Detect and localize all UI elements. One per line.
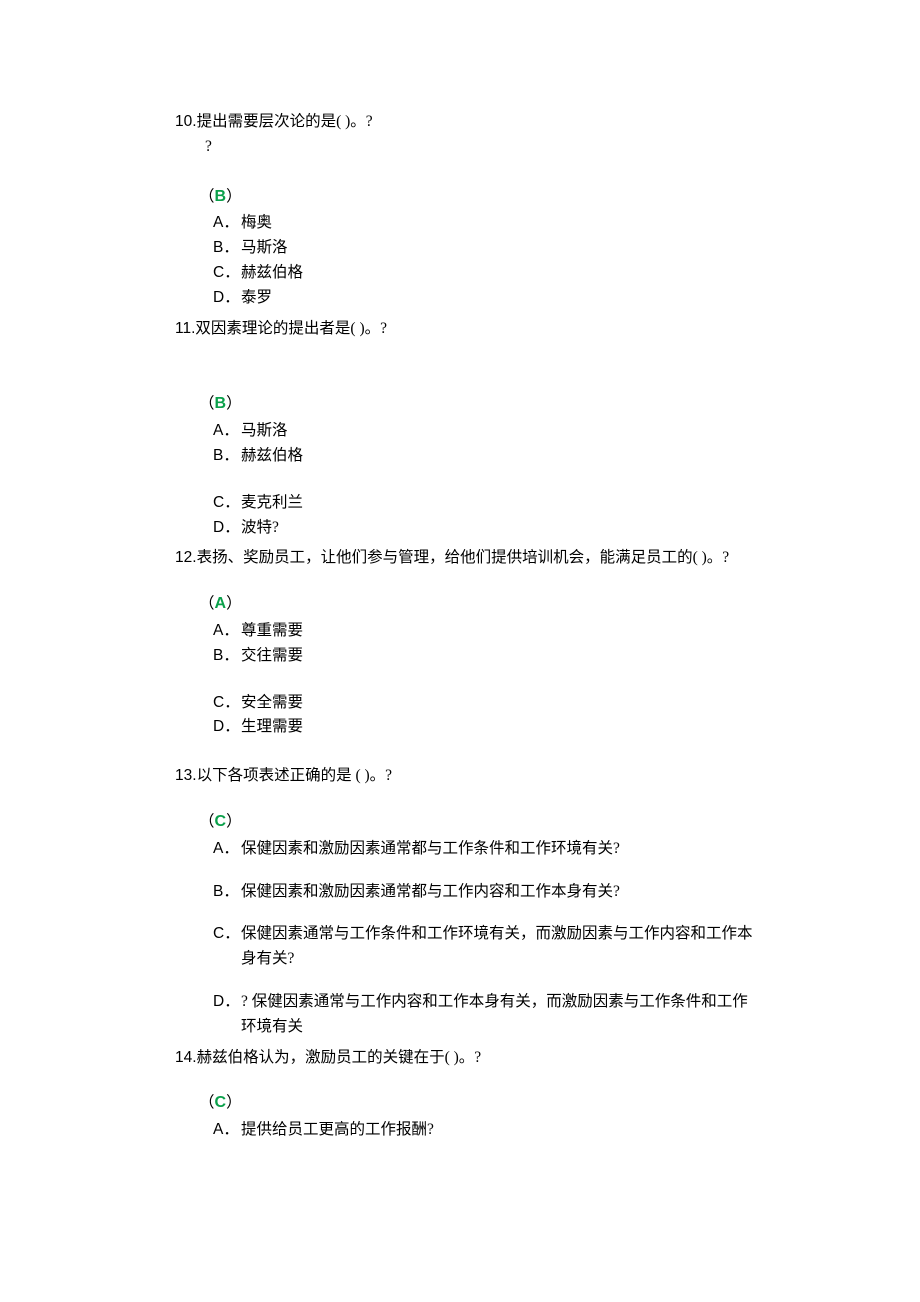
option-b: B． 保健因素和激励因素通常都与工作内容和工作本身有关? <box>213 880 755 905</box>
option-letter: D． <box>213 990 241 1015</box>
option-text: 保健因素通常与工作条件和工作环境有关，而激励因素与工作内容和工作本身有关? <box>241 922 755 972</box>
option-letter: D． <box>213 286 241 311</box>
question-text: 表扬、奖励员工，让他们参与管理，给他们提供培训机会，能满足员工的( )。? <box>197 546 755 571</box>
option-letter: C． <box>213 491 241 516</box>
option-text: 赫兹伯格 <box>241 444 755 469</box>
option-text: 生理需要 <box>241 715 755 740</box>
question-header: 14. 赫兹伯格认为，激励员工的关键在于( )。? <box>175 1046 755 1071</box>
question-header: 13. 以下各项表述正确的是 ( )。? <box>175 764 755 789</box>
question-text: 提出需要层次论的是( )。? <box>197 110 755 135</box>
option-letter: A． <box>213 419 241 444</box>
answer-marker: （B） <box>199 391 755 417</box>
option-b: B． 交往需要 <box>213 644 755 669</box>
question-number: 12. <box>175 546 197 571</box>
option-text: 泰罗 <box>241 286 755 311</box>
answer-marker: （A） <box>199 591 755 617</box>
question-13: 13. 以下各项表述正确的是 ( )。? （C） A． 保健因素和激励因素通常都… <box>175 764 755 1039</box>
spacer <box>175 746 755 764</box>
document-page: 10. 提出需要层次论的是( )。? ? （B） A． 梅奥 B． 马斯洛 C．… <box>0 0 920 1249</box>
spacer <box>175 862 755 880</box>
question-subtext: ? <box>205 135 755 160</box>
option-c: C． 麦克利兰 <box>213 491 755 516</box>
answer-marker: （C） <box>199 809 755 835</box>
question-text: 赫兹伯格认为，激励员工的关键在于( )。? <box>197 1046 755 1071</box>
question-header: 10. 提出需要层次论的是( )。? <box>175 110 755 135</box>
option-d: D． ? 保健因素通常与工作内容和工作本身有关，而激励因素与工作条件和工作环境有… <box>213 990 755 1040</box>
question-text: 双因素理论的提出者是( )。? <box>195 317 755 342</box>
option-letter: B． <box>213 644 241 669</box>
option-b: B． 马斯洛 <box>213 236 755 261</box>
option-text: 马斯洛 <box>241 236 755 261</box>
option-letter: D． <box>213 715 241 740</box>
question-header: 11. 双因素理论的提出者是( )。? <box>175 317 755 342</box>
question-number: 11. <box>175 317 195 342</box>
option-text: 麦克利兰 <box>241 491 755 516</box>
option-text: 马斯洛 <box>241 419 755 444</box>
question-number: 14. <box>175 1046 197 1071</box>
option-text: 梅奥 <box>241 211 755 236</box>
answer-letter: A <box>215 595 227 612</box>
option-letter: A． <box>213 1118 241 1143</box>
option-letter: C． <box>213 922 241 947</box>
option-text: 保健因素和激励因素通常都与工作内容和工作本身有关? <box>241 880 755 905</box>
answer-marker: （C） <box>199 1090 755 1116</box>
spacer <box>175 669 755 691</box>
option-letter: B． <box>213 880 241 905</box>
answer-marker: （B） <box>199 184 755 210</box>
option-a: A． 梅奥 <box>213 211 755 236</box>
spacer <box>175 469 755 491</box>
option-letter: B． <box>213 444 241 469</box>
spacer <box>175 571 755 589</box>
question-14: 14. 赫兹伯格认为，激励员工的关键在于( )。? （C） A． 提供给员工更高… <box>175 1046 755 1143</box>
option-text: 安全需要 <box>241 691 755 716</box>
question-12: 12. 表扬、奖励员工，让他们参与管理，给他们提供培训机会，能满足员工的( )。… <box>175 546 755 740</box>
option-a: A． 马斯洛 <box>213 419 755 444</box>
option-d: D． 波特? <box>213 516 755 541</box>
option-text: 赫兹伯格 <box>241 261 755 286</box>
option-text: 交往需要 <box>241 644 755 669</box>
option-text: 保健因素和激励因素通常都与工作条件和工作环境有关? <box>241 837 755 862</box>
option-a: A． 尊重需要 <box>213 619 755 644</box>
option-d: D． 泰罗 <box>213 286 755 311</box>
option-text: 波特? <box>241 516 755 541</box>
option-text: 提供给员工更高的工作报酬? <box>241 1118 755 1143</box>
spacer <box>175 789 755 807</box>
option-letter: C． <box>213 261 241 286</box>
option-letter: D． <box>213 516 241 541</box>
answer-letter: B <box>215 395 227 412</box>
option-letter: A． <box>213 837 241 862</box>
answer-letter: B <box>215 188 227 205</box>
option-c: C． 安全需要 <box>213 691 755 716</box>
option-d: D． 生理需要 <box>213 715 755 740</box>
option-b: B． 赫兹伯格 <box>213 444 755 469</box>
spacer <box>175 367 755 389</box>
spacer <box>175 341 755 367</box>
option-letter: B． <box>213 236 241 261</box>
spacer <box>175 1070 755 1088</box>
question-header: 12. 表扬、奖励员工，让他们参与管理，给他们提供培训机会，能满足员工的( )。… <box>175 546 755 571</box>
answer-letter: C <box>215 813 227 830</box>
option-text: ? 保健因素通常与工作内容和工作本身有关，而激励因素与工作条件和工作环境有关 <box>241 990 755 1040</box>
option-a: A． 保健因素和激励因素通常都与工作条件和工作环境有关? <box>213 837 755 862</box>
spacer <box>175 972 755 990</box>
question-10: 10. 提出需要层次论的是( )。? ? （B） A． 梅奥 B． 马斯洛 C．… <box>175 110 755 311</box>
option-text: 尊重需要 <box>241 619 755 644</box>
option-c: C． 保健因素通常与工作条件和工作环境有关，而激励因素与工作内容和工作本身有关? <box>213 922 755 972</box>
question-11: 11. 双因素理论的提出者是( )。? （B） A． 马斯洛 B． 赫兹伯格 C… <box>175 317 755 541</box>
answer-letter: C <box>215 1094 227 1111</box>
option-a: A． 提供给员工更高的工作报酬? <box>213 1118 755 1143</box>
option-c: C． 赫兹伯格 <box>213 261 755 286</box>
option-letter: C． <box>213 691 241 716</box>
question-text: 以下各项表述正确的是 ( )。? <box>197 764 755 789</box>
spacer <box>175 160 755 182</box>
option-letter: A． <box>213 619 241 644</box>
question-number: 13. <box>175 764 197 789</box>
question-number: 10. <box>175 110 197 135</box>
option-letter: A． <box>213 211 241 236</box>
spacer <box>175 904 755 922</box>
